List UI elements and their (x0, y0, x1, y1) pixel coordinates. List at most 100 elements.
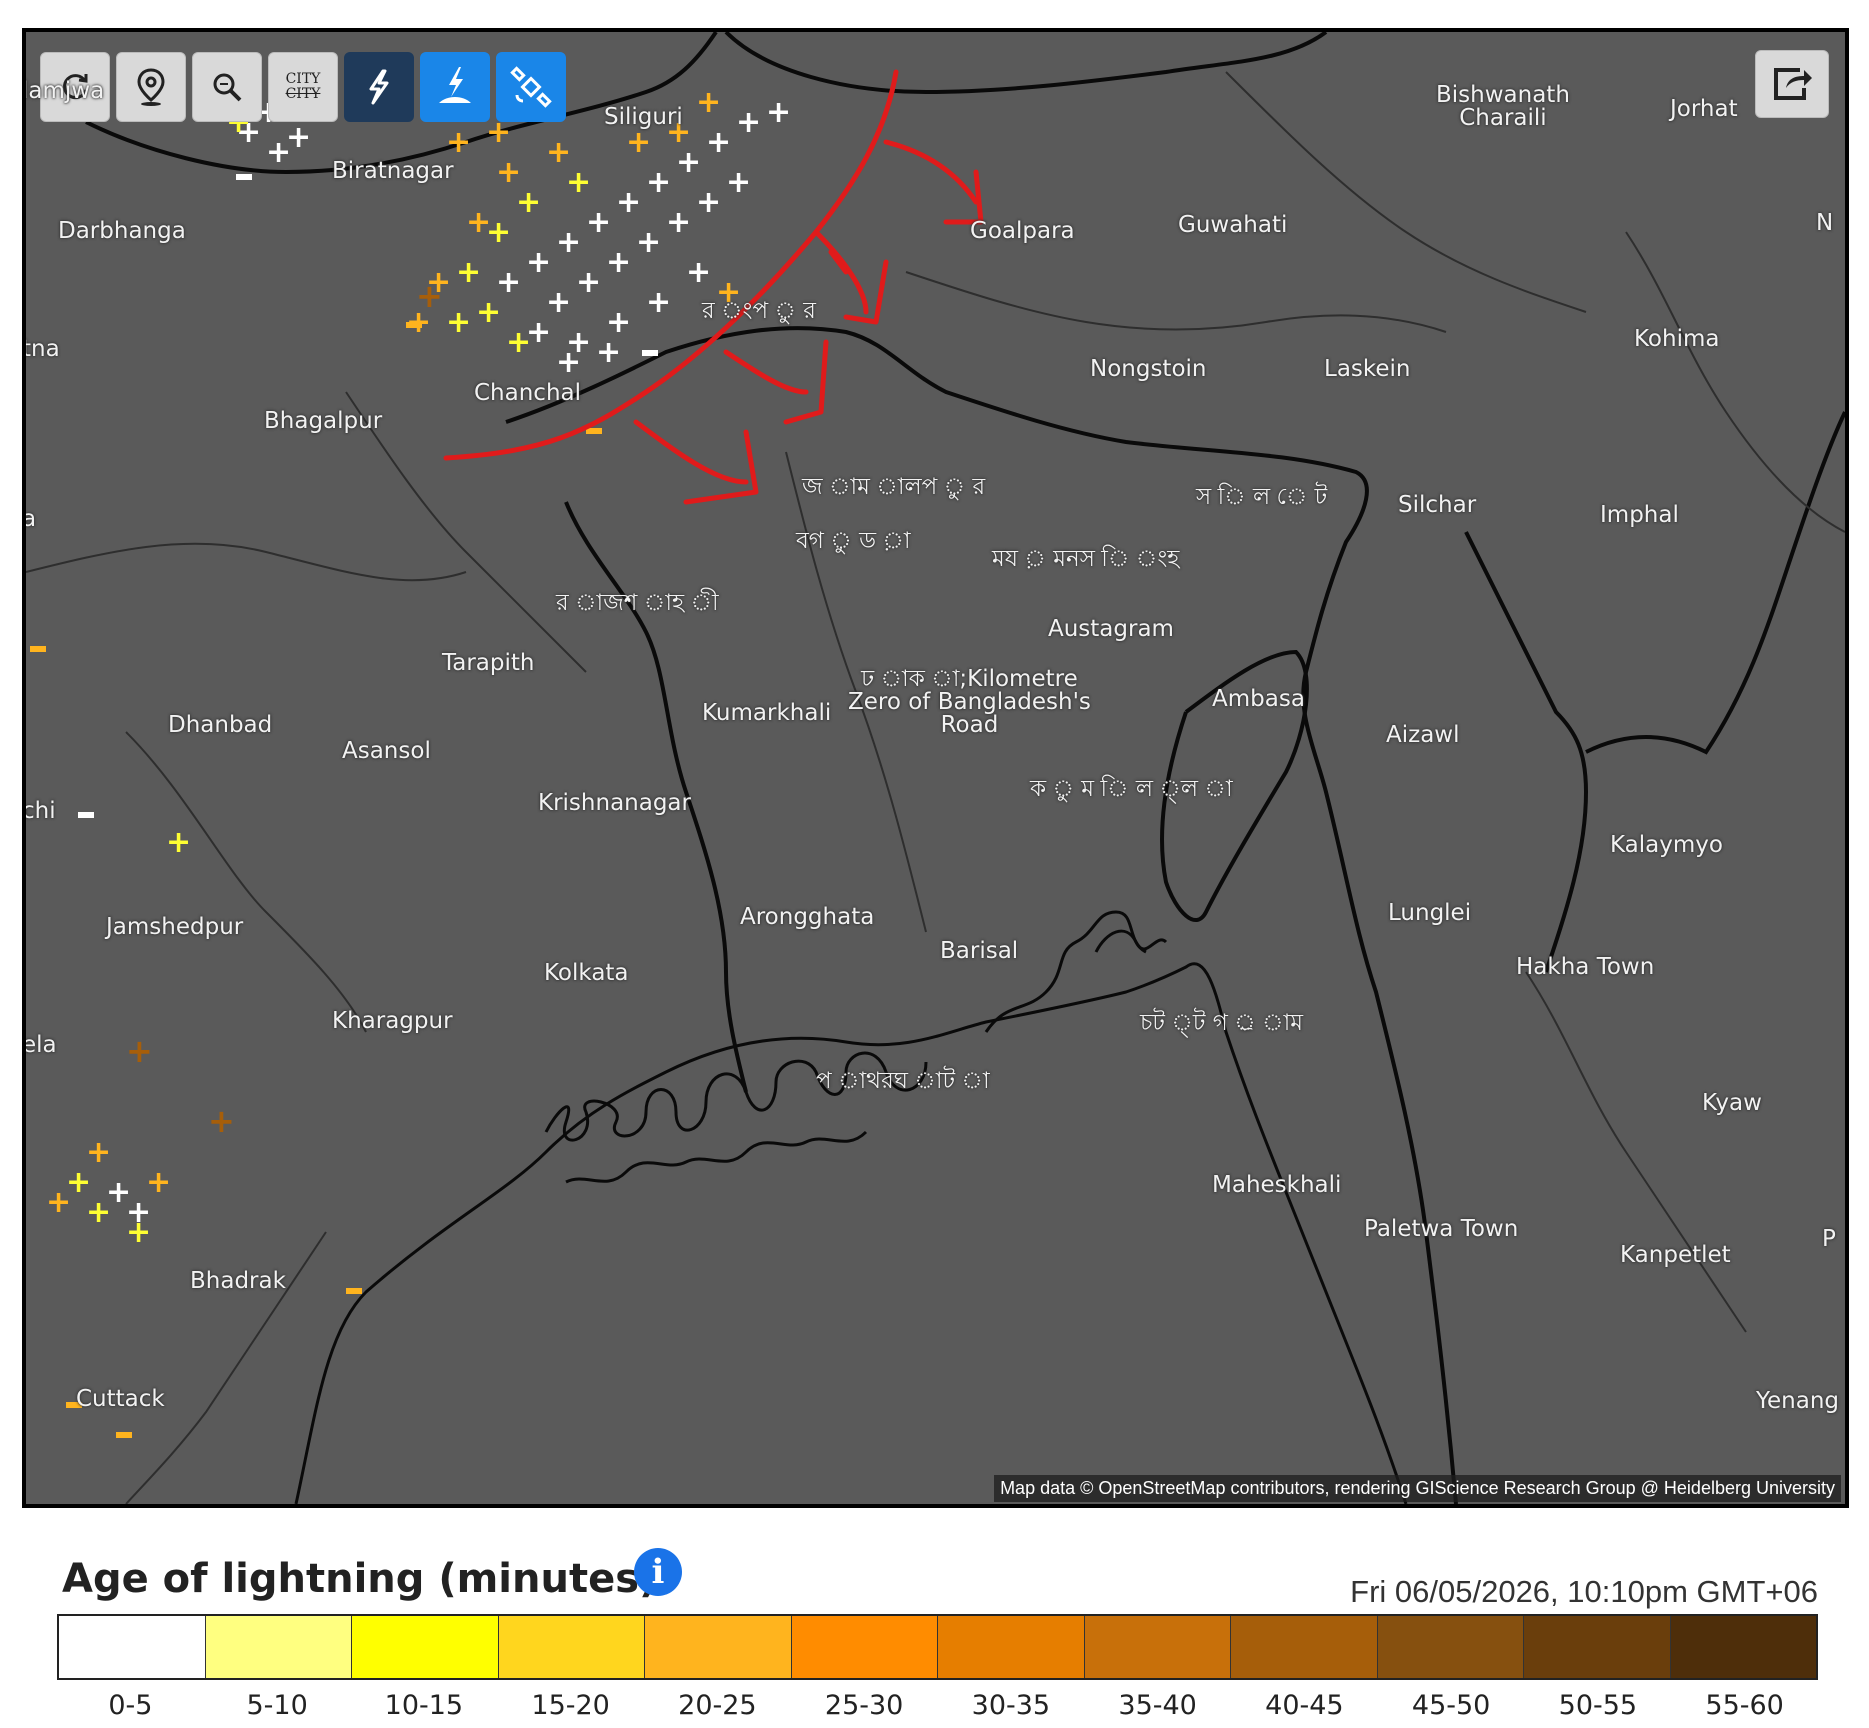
info-icon[interactable]: i (634, 1548, 682, 1596)
city-sylhet: স ি ল ে ট (1196, 484, 1328, 510)
legend-swatch (352, 1616, 499, 1678)
legend-label: 10-15 (384, 1690, 464, 1721)
city-aizawl: Aizawl (1386, 722, 1460, 748)
city-patharghata: প াথরঘ াট া (816, 1068, 990, 1094)
city-austagram: Austagram (1048, 616, 1174, 642)
city-darbhanga: Darbhanga (58, 218, 186, 244)
city-chanchal: Chanchal (474, 380, 582, 406)
share-button[interactable] (1755, 50, 1829, 118)
city-arongghata: Arongghata (740, 904, 875, 930)
legend-title: Age of lightning (minutes) (62, 1556, 658, 1602)
legend-label: 5-10 (246, 1690, 308, 1721)
city-guwahati: Guwahati (1178, 212, 1288, 238)
zoom-button[interactable] (192, 52, 262, 122)
svg-text:+: + (86, 1135, 111, 1170)
legend-label: 35-40 (1118, 1690, 1197, 1721)
svg-text:+: + (286, 120, 311, 155)
city-edge-n: N (1816, 210, 1834, 236)
legend-swatch (1524, 1616, 1671, 1678)
location-button[interactable] (116, 52, 186, 122)
svg-text:+: + (736, 105, 761, 140)
svg-text:+: + (446, 125, 471, 160)
svg-text:+: + (166, 825, 191, 860)
city-tarapith: Tarapith (442, 650, 535, 676)
svg-text:+: + (86, 1195, 111, 1230)
svg-text:+: + (586, 205, 611, 240)
legend-label: 0-5 (108, 1690, 153, 1721)
city-kyaw: Kyaw (1702, 1090, 1762, 1116)
location-pin-icon (137, 68, 165, 106)
legend-label: 25-30 (824, 1690, 904, 1721)
legend-swatch (1377, 1616, 1524, 1678)
svg-text:+: + (646, 285, 671, 320)
map-attribution[interactable]: Map data © OpenStreetMap contributors, r… (994, 1475, 1841, 1502)
svg-text:+: + (636, 225, 661, 260)
legend-label: 50-55 (1558, 1690, 1638, 1721)
svg-text:+: + (416, 277, 443, 315)
legend-swatch (1670, 1616, 1816, 1678)
lightning-ground-icon (439, 67, 471, 103)
svg-text:+: + (496, 155, 521, 190)
legend-swatch (791, 1616, 938, 1678)
city-maheskhali: Maheskhali (1212, 1172, 1342, 1198)
city-kolkata: Kolkata (544, 960, 629, 986)
city-hakha: Hakha Town (1516, 954, 1655, 980)
svg-text:+: + (546, 135, 571, 170)
svg-text:+: + (146, 1165, 171, 1200)
city-lunglei: Lunglei (1388, 900, 1472, 926)
city-goalpara: Goalpara (970, 218, 1075, 244)
legend-swatch (1231, 1616, 1378, 1678)
city-edge-lamjwa: lamjwa (22, 78, 105, 104)
city-rourkela: ela (22, 1032, 57, 1058)
legend-swatch (1084, 1616, 1231, 1678)
city-silchar: Silchar (1398, 492, 1477, 518)
city-comilla: ক ু ম ি ল ্ল া (1030, 776, 1233, 802)
lightning-button[interactable] (344, 52, 414, 122)
city-mymensingh: ময ় মনস ি ংহ (992, 546, 1180, 572)
city-dhanbad: Dhanbad (168, 712, 273, 738)
city-dhaka: ঢ াক া;Kilometre Zero of Bangladesh's Ro… (848, 666, 1091, 738)
city-edge-p: P (1822, 1226, 1836, 1252)
city-imphal: Imphal (1600, 502, 1679, 528)
city-paletwa: Paletwa Town (1364, 1216, 1519, 1242)
city-ambasa: Ambasa (1212, 686, 1305, 712)
satellite-button[interactable] (496, 52, 566, 122)
svg-text:+: + (696, 85, 721, 120)
legend-label: 30-35 (971, 1690, 1051, 1721)
legend-label: 45-50 (1411, 1690, 1491, 1721)
svg-text:+: + (456, 255, 481, 290)
city-edge-a: a (22, 506, 37, 532)
city-bishwanath: Bishwanath Charaili (1436, 82, 1570, 131)
svg-text:+: + (666, 205, 691, 240)
city-kumarkhali: Kumarkhali (702, 700, 832, 726)
city-kanpetlet: Kanpetlet (1620, 1242, 1731, 1268)
city-rajshahi: র াজশ াহ ী (556, 590, 719, 616)
city-kalaymyo: Kalaymyo (1610, 832, 1723, 858)
city-biratnagar: Biratnagar (332, 158, 454, 184)
svg-text:+: + (626, 125, 651, 160)
legend-swatch (938, 1616, 1085, 1678)
svg-text:+: + (208, 1102, 235, 1140)
svg-text:+: + (696, 185, 721, 220)
svg-text:+: + (766, 95, 791, 130)
svg-text:+: + (706, 125, 731, 160)
svg-text:+: + (466, 205, 491, 240)
svg-text:+: + (506, 325, 531, 360)
city-bhagalpur: Bhagalpur (264, 408, 383, 434)
svg-text:+: + (596, 335, 621, 370)
lightning-map[interactable]: + + + + + + + + + + + + + + + + + + + + + + + + + + + + + + + +… (22, 28, 1849, 1508)
city-jorhat: Jorhat (1670, 96, 1738, 122)
legend-color-bar (57, 1614, 1818, 1680)
svg-text:+: + (556, 225, 581, 260)
svg-text:+: + (446, 305, 471, 340)
legend-label: 40-45 (1265, 1690, 1344, 1721)
zoom-icon (213, 73, 242, 102)
ground-strike-button[interactable] (420, 52, 490, 122)
city-patna: tna (22, 336, 60, 362)
city-cuttack: Cuttack (76, 1386, 165, 1412)
city-toggle-icon: CITY CITY (285, 71, 321, 102)
svg-text:+: + (606, 245, 631, 280)
svg-text:+: + (576, 265, 601, 300)
city-jamalpur: জ াম ালপ ু র (802, 474, 986, 500)
city-toggle-button[interactable]: CITY CITY (268, 52, 338, 122)
